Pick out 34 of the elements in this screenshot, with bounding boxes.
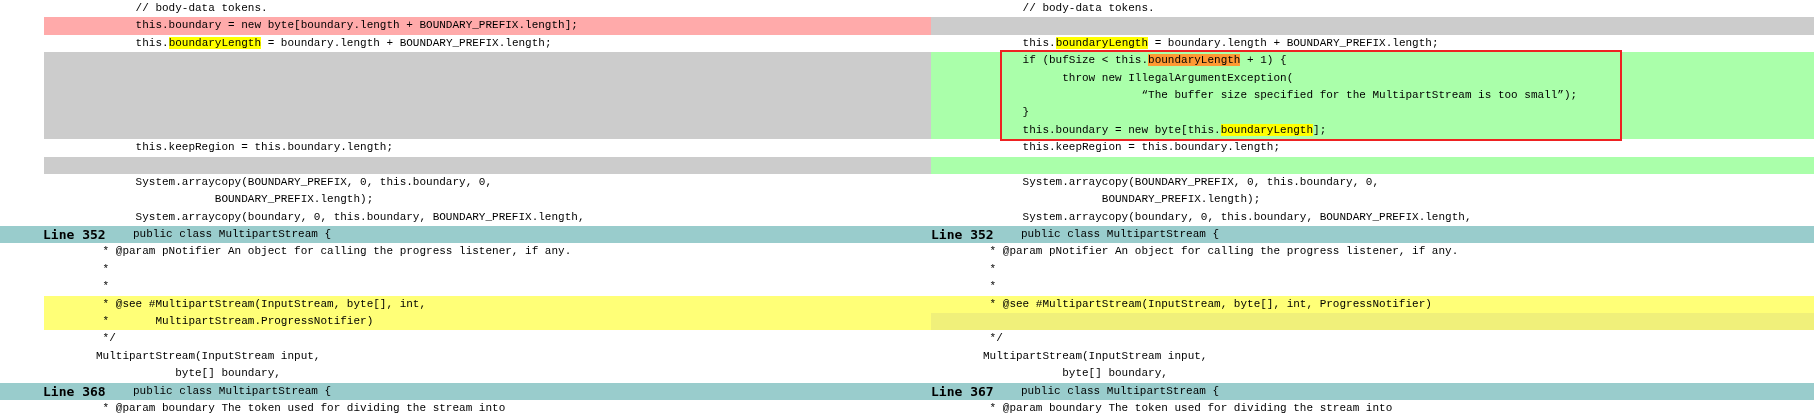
code-line: * (101, 261, 111, 277)
line-number-label: Line 367 (931, 382, 995, 400)
code-line: this.keepRegion = this.boundary.length; (1021, 140, 1282, 156)
code-line: this.boundaryLength = boundary.length + BOUNDARY_PREFIX.length; (134, 35, 553, 51)
code-line: * @param boundary The token used for dividing the stream into (988, 401, 1394, 416)
code-line: this.keepRegion = this.boundary.length; (134, 140, 395, 156)
code-line: * @param pNotifier An object for calling the progress listener, if any. (988, 244, 1460, 260)
code-line: System.arraycopy(boundary, 0, this.boundary, BOUNDARY_PREFIX.length, (1021, 209, 1473, 225)
code-line: public class MultipartStream { (1021, 227, 1220, 243)
code-line: byte[] boundary, (174, 366, 282, 382)
code-line: */ (988, 331, 1004, 347)
code-line: // body-data tokens. (134, 1, 269, 16)
code-line: public class MultipartStream { (133, 383, 332, 399)
code-line: * (101, 279, 111, 295)
code-line: public class MultipartStream { (1021, 383, 1220, 399)
code-line: MultipartStream(InputStream input, (95, 348, 322, 364)
code-line: MultipartStream(InputStream input, (982, 348, 1209, 364)
code-line: // body-data tokens. (1021, 1, 1156, 16)
line-number-label: Line 352 (43, 226, 107, 244)
code-line: byte[] boundary, (1061, 366, 1169, 382)
code-line: System.arraycopy(BOUNDARY_PREFIX, 0, this.boundary, 0, (134, 174, 494, 190)
code-line: BOUNDARY_PREFIX.length); (213, 192, 375, 208)
code-line: * (988, 261, 998, 277)
code-line: * @param pNotifier An object for calling the progress listener, if any. (101, 244, 573, 260)
code-line: public class MultipartStream { (133, 227, 332, 243)
code-line: * (988, 279, 998, 295)
code-line: this.boundaryLength = boundary.length + BOUNDARY_PREFIX.length; (1021, 35, 1440, 51)
code-line: BOUNDARY_PREFIX.length); (1100, 192, 1262, 208)
code-line: * @param boundary The token used for dividing the stream into (101, 401, 507, 416)
code-line: System.arraycopy(boundary, 0, this.boundary, BOUNDARY_PREFIX.length, (134, 209, 586, 225)
line-number-label: Line 352 (931, 226, 995, 244)
code-line: */ (101, 331, 117, 347)
line-number-label: Line 368 (43, 382, 107, 400)
code-line: System.arraycopy(BOUNDARY_PREFIX, 0, this.boundary, 0, (1021, 174, 1381, 190)
